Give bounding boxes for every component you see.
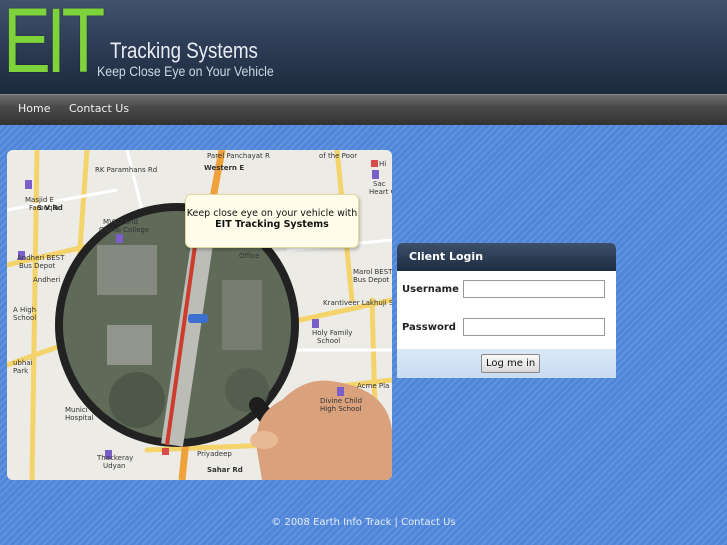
nav-bar: Home Contact Us <box>0 94 727 125</box>
username-input[interactable] <box>463 280 605 298</box>
map-label: Western E <box>204 164 244 172</box>
logo: EIT <box>3 0 105 92</box>
username-label: Username <box>402 284 459 295</box>
login-title: Client Login <box>397 243 616 271</box>
brand-name: Tracking Systems <box>110 38 258 63</box>
map-label: Hi <box>379 160 386 168</box>
map-label: Andheri <box>33 276 60 284</box>
map-label: S V Rd <box>37 204 63 212</box>
map-label: Marol BEST <box>353 268 392 276</box>
login-footer: Log me in <box>397 349 616 378</box>
map-label: Andheri BEST <box>17 254 65 262</box>
map-label: Thackeray <box>96 454 133 462</box>
map-label: Masjid E <box>25 196 54 204</box>
map-label: Heart C <box>369 188 392 196</box>
map-label: ubhai <box>13 359 33 367</box>
site-header: EIT Tracking Systems Keep Close Eye on Y… <box>0 0 727 94</box>
vehicle-icon <box>188 314 208 323</box>
map-label: Chinai College <box>99 226 149 234</box>
map-label: of the Poor <box>319 152 357 160</box>
map-label: Bus Depot <box>19 262 56 270</box>
map-label: Sahar Rd <box>207 466 243 474</box>
login-button[interactable]: Log me in <box>481 354 541 373</box>
tagline: Keep Close Eye on Your Vehicle <box>97 63 274 79</box>
password-input[interactable] <box>463 318 605 336</box>
login-panel: Client Login Username Password Log me in <box>397 243 616 378</box>
map-label: Udyan <box>103 462 125 470</box>
map-label: School <box>13 314 36 322</box>
map-callout: Keep close eye on your vehicle with EIT … <box>185 194 359 248</box>
map-label: Office <box>239 252 259 260</box>
map-label: Hospital <box>65 414 94 422</box>
nav-home-link[interactable]: Home <box>18 102 50 115</box>
callout-text: Keep close eye on your vehicle with <box>186 208 358 219</box>
map-label: Bus Depot <box>353 276 390 284</box>
map-label: Priyadeep <box>197 450 232 458</box>
map-label: Acme Pla <box>357 382 389 390</box>
map-label: Munici <box>65 406 88 414</box>
map-label: School <box>317 337 340 345</box>
map-label: Park <box>13 367 29 375</box>
map-label: Krantiveer Lakhuji S <box>323 299 392 307</box>
page-footer: © 2008 Earth Info Track | Contact Us <box>271 517 456 528</box>
map-label: Sac <box>373 180 386 188</box>
map-label: A High <box>13 306 36 314</box>
callout-brand: EIT Tracking Systems <box>215 219 329 230</box>
map-label: Divine Child <box>320 397 362 405</box>
map-label: Holy Family <box>312 329 352 337</box>
password-label: Password <box>402 322 456 333</box>
map-label: RK Paramhans Rd <box>95 166 157 174</box>
nav-contact-link[interactable]: Contact Us <box>69 102 129 115</box>
map-label: MVLU and <box>103 218 138 226</box>
map-label: High School <box>320 405 362 413</box>
map-label: Parel Panchayat R <box>207 152 270 160</box>
